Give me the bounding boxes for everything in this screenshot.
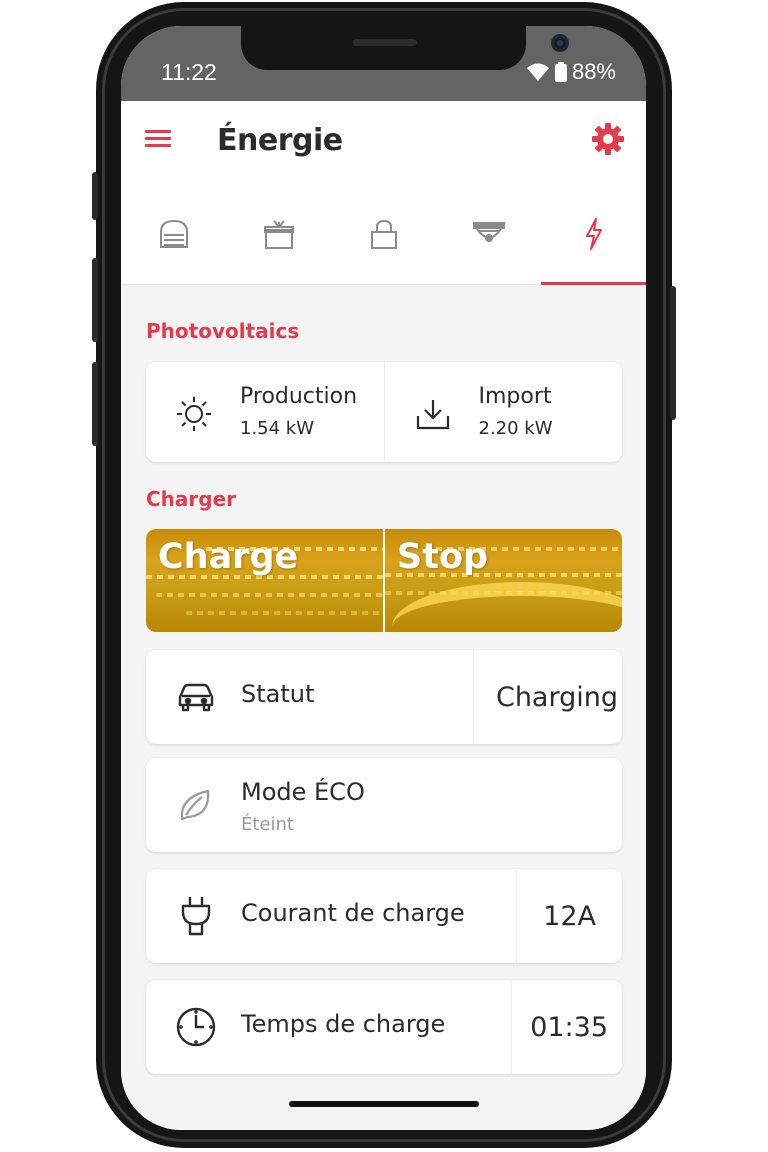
- app-content: Énergie Photovoltaics Production 1.54 kW…: [121, 101, 646, 1130]
- category-tabs: [121, 183, 646, 285]
- eco-mode-state: Éteint: [241, 814, 294, 835]
- section-title-photovoltaics: Photovoltaics: [146, 319, 300, 343]
- garage-door-icon: [159, 219, 188, 248]
- import-cell: Import 2.20 kW: [383, 362, 623, 462]
- status-time: 11:22: [161, 59, 217, 85]
- volume-down-button: [92, 362, 98, 446]
- production-value: 1.54 kW: [240, 418, 315, 439]
- notch: [241, 26, 569, 70]
- status-row: Statut Charging: [146, 650, 622, 744]
- clock-icon: [176, 1007, 216, 1047]
- car-icon: [178, 683, 214, 712]
- charge-button[interactable]: Charge: [146, 529, 383, 632]
- import-label: Import: [478, 384, 552, 409]
- status-label: Statut: [241, 680, 315, 708]
- charge-current-value[interactable]: 12A: [516, 869, 622, 963]
- power-button: [670, 286, 676, 420]
- mute-switch: [92, 172, 98, 220]
- tab-mailbox[interactable]: [226, 183, 331, 284]
- charge-time-row[interactable]: Temps de charge 01:35: [146, 980, 622, 1074]
- charge-current-label: Courant de charge: [241, 899, 465, 927]
- tab-lock[interactable]: [331, 183, 436, 284]
- production-cell: Production 1.54 kW: [146, 362, 384, 462]
- home-indicator[interactable]: [289, 1101, 479, 1107]
- stop-label: Stop: [397, 537, 489, 577]
- eco-mode-label: Mode ÉCO: [241, 778, 365, 806]
- battery-icon: [554, 62, 567, 82]
- status-icons: 88%: [526, 59, 616, 85]
- page-title: Énergie: [217, 123, 343, 158]
- tab-garage[interactable]: [121, 183, 226, 284]
- leaf-icon: [180, 789, 210, 821]
- screen: 11:22 88% Énergie Photovoltaics Producti…: [121, 26, 646, 1130]
- camera-dome-icon: [472, 221, 505, 242]
- app-bar: Énergie: [121, 101, 646, 183]
- download-icon: [416, 400, 449, 430]
- lock-icon: [370, 219, 397, 249]
- wifi-icon: [526, 63, 549, 81]
- charge-label: Charge: [158, 537, 299, 577]
- status-bar: 11:22 88%: [121, 26, 646, 101]
- volume-up-button: [92, 258, 98, 342]
- photovoltaics-card: Production 1.54 kW Import 2.20 kW: [146, 362, 622, 462]
- import-value: 2.20 kW: [478, 418, 553, 439]
- charge-current-row[interactable]: Courant de charge 12A: [146, 869, 622, 963]
- status-value: Charging: [472, 650, 622, 744]
- tab-energy[interactable]: [541, 183, 646, 285]
- production-label: Production: [240, 384, 358, 409]
- eco-mode-row[interactable]: Mode ÉCO Éteint: [146, 758, 622, 852]
- charge-time-label: Temps de charge: [241, 1010, 446, 1038]
- earpiece-speaker: [353, 39, 417, 46]
- lightning-icon: [585, 217, 602, 250]
- front-camera: [551, 34, 569, 52]
- charger-controls: Charge Stop: [146, 529, 622, 632]
- battery-percentage: 88%: [571, 59, 616, 84]
- charge-time-value[interactable]: 01:35: [511, 980, 622, 1074]
- menu-icon[interactable]: [145, 126, 175, 156]
- section-title-charger: Charger: [146, 487, 237, 511]
- plug-icon: [181, 897, 211, 936]
- gift-box-icon: [263, 219, 294, 249]
- sun-icon: [177, 397, 211, 431]
- stop-button[interactable]: Stop: [383, 529, 622, 632]
- tab-camera[interactable]: [436, 183, 541, 284]
- gear-icon[interactable]: [590, 121, 626, 157]
